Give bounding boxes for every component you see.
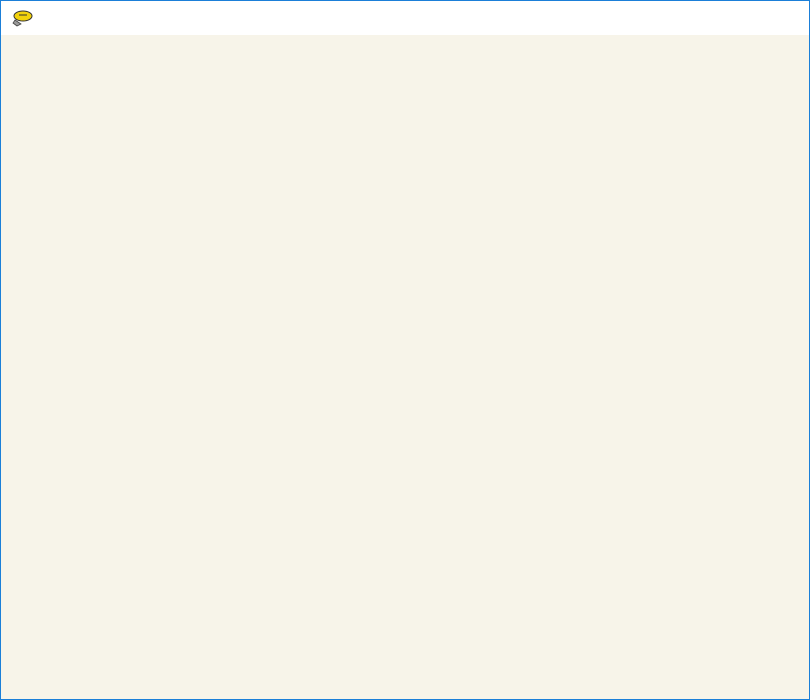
map-app-icon: [12, 10, 33, 27]
title-bar: [1, 1, 809, 35]
dialog-window: [0, 0, 810, 700]
